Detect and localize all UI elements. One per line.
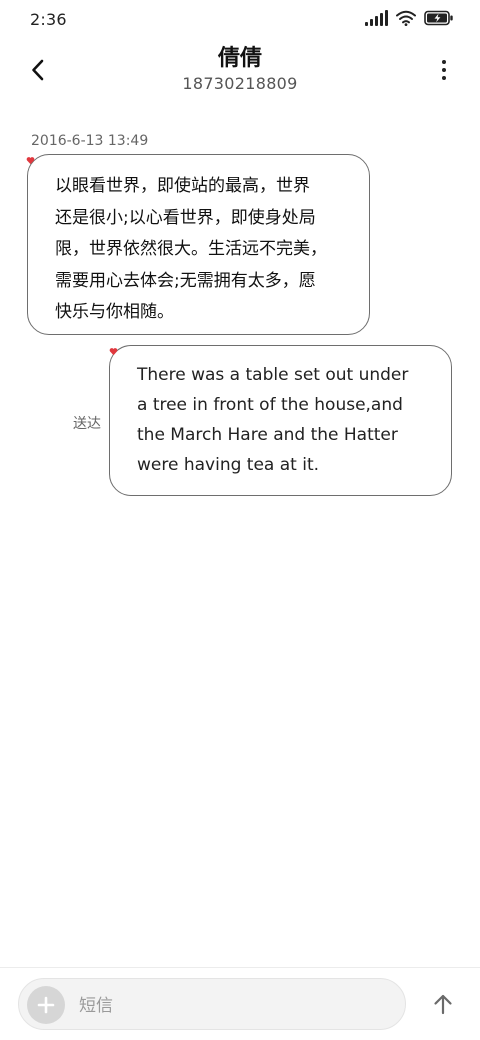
more-options-button[interactable] [432, 54, 456, 86]
conversation-header: 倩倩 18730218809 [0, 42, 480, 106]
heart-icon [109, 348, 118, 356]
add-attachment-button[interactable] [27, 986, 65, 1024]
send-button[interactable] [424, 985, 462, 1023]
message-line: the March Hare and the Hatter [137, 425, 398, 445]
message-text: There was a table set out under a tree i… [137, 360, 431, 480]
message-line: a tree in front of the house,and [137, 395, 403, 415]
status-bar: 2:36 [0, 0, 480, 42]
chevron-left-icon [32, 59, 44, 81]
message-line: 以眼看世界，即使站的最高，世界 [55, 176, 310, 196]
message-timestamp: 2016-6-13 13:49 [31, 133, 149, 149]
message-input[interactable] [77, 987, 391, 1025]
more-vertical-icon [442, 60, 446, 64]
message-line: were having tea at it. [137, 455, 320, 475]
status-time: 2:36 [30, 10, 67, 29]
message-line: There was a table set out under [137, 365, 409, 385]
message-line: 需要用心去体会;无需拥有太多，愿 [55, 270, 316, 291]
contact-title: 倩倩 18730218809 [100, 44, 380, 94]
contact-number: 18730218809 [182, 74, 298, 93]
message-text: 以眼看世界，即使站的最高，世界 还是很小;以心看世界，即使身处局 限，世界依然很… [55, 171, 345, 329]
message-bubble-outgoing[interactable]: There was a table set out under a tree i… [109, 345, 452, 496]
back-button[interactable] [18, 50, 58, 90]
status-icons [365, 10, 454, 26]
wifi-icon [396, 10, 416, 26]
delivered-status: 送达 [73, 416, 101, 432]
message-line: 快乐与你相随。 [55, 302, 174, 322]
message-line: 限，世界依然很大。生活远不完美， [55, 239, 327, 259]
composer-divider [0, 967, 480, 968]
plus-icon [37, 996, 55, 1014]
message-composer [18, 978, 406, 1030]
message-bubble-incoming[interactable]: 以眼看世界，即使站的最高，世界 还是很小;以心看世界，即使身处局 限，世界依然很… [27, 154, 370, 335]
contact-name: 倩倩 [217, 46, 262, 71]
message-line: 还是很小;以心看世界，即使身处局 [55, 207, 316, 228]
arrow-up-icon [434, 994, 452, 1015]
battery-charging-icon [424, 10, 454, 26]
heart-icon [26, 157, 35, 165]
signal-icon [365, 10, 388, 26]
